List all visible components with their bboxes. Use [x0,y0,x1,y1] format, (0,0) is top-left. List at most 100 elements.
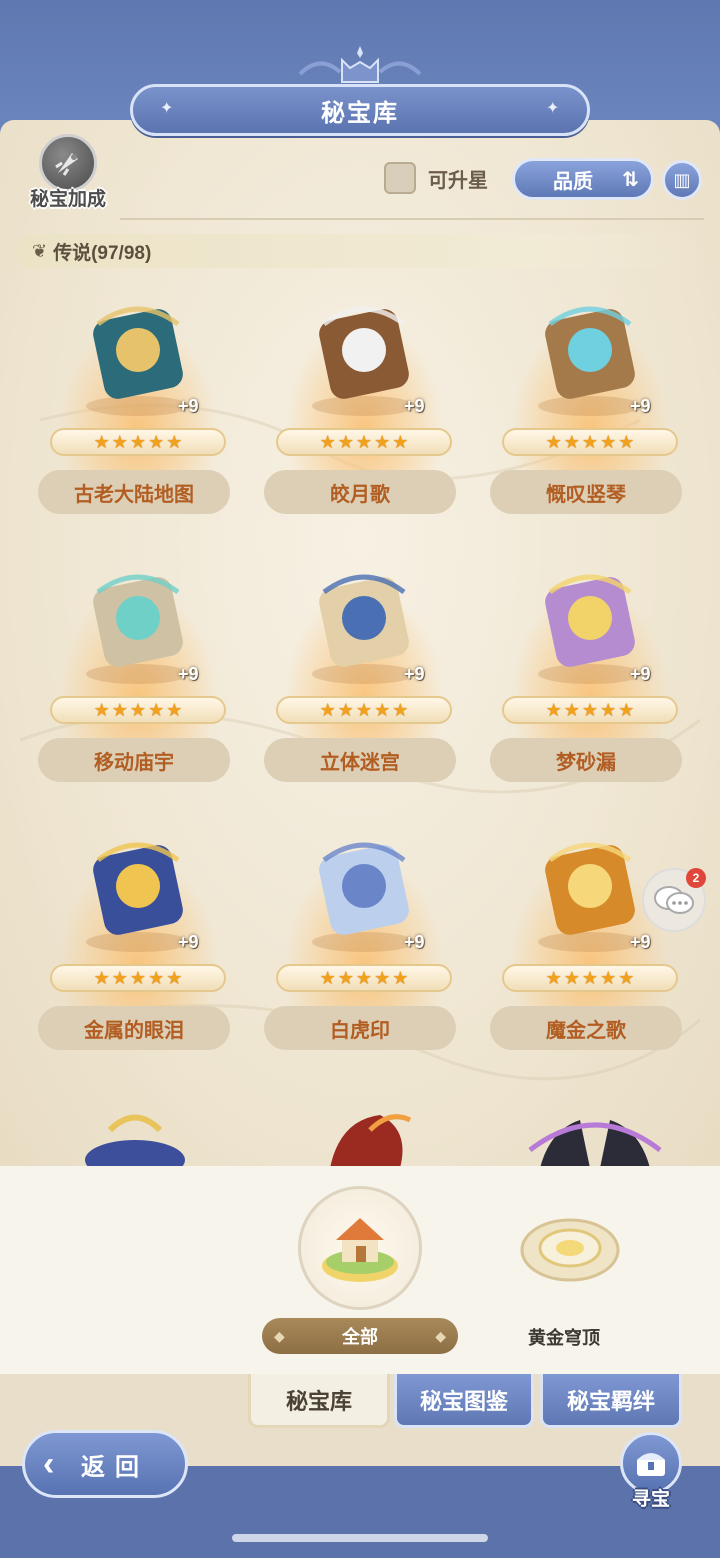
star-icon: ★ [618,967,635,988]
star-rating: ★ ★ ★ ★ ★ [50,964,226,992]
book-icon: ▥ [673,169,691,190]
sparkle-icon: ✦ [160,100,174,117]
star-icon: ★ [392,699,409,720]
page-title: 秘宝库 [321,99,399,127]
codex-book-button[interactable]: ▥ [662,160,702,200]
enhance-level: +9 [178,396,199,416]
partial-item-icon [330,1114,412,1168]
star-icon: ★ [581,699,599,720]
star-icon: ★ [374,431,391,452]
partial-item-icon [528,1120,662,1168]
enhance-level: +9 [404,664,425,684]
enhance-level: +9 [404,932,425,952]
star-icon: ★ [319,967,336,988]
treasure-card[interactable]: ★ ★ ★ ★ ★ +9 金属的眼泪 [38,814,238,1074]
star-rating: ★ ★ ★ ★ ★ [502,428,678,456]
star-rating: ★ ★ ★ ★ ★ [502,696,678,724]
back-arrow-icon: ‹ [43,1445,55,1483]
star-icon: ★ [129,431,147,452]
enhance-level: +9 [178,932,199,952]
tab-treasure-vault[interactable]: 秘宝库 [248,1374,390,1428]
star-icon: ★ [600,699,617,720]
tab-treasure-bonds[interactable]: 秘宝羁绊 [540,1374,682,1428]
tab-treasure-codex[interactable]: 秘宝图鉴 [394,1374,534,1428]
treasure-name: 金属的眼泪 [38,1006,230,1050]
treasure-bonus-label: 秘宝加成 [29,189,106,210]
star-icon: ★ [618,431,635,452]
star-rating: ★ ★ ★ ★ ★ [50,696,226,724]
star-icon: ★ [148,699,165,720]
treasure-name: 白虎印 [264,1006,456,1050]
treasure-hunt-label: 寻宝 [631,1489,670,1510]
category-all-label-pill[interactable]: ◆ 全部 ◆ [262,1318,458,1354]
star-icon: ★ [319,699,336,720]
enhance-level: +9 [630,664,651,684]
star-icon: ★ [148,967,165,988]
star-icon: ★ [93,699,110,720]
star-icon: ★ [319,431,336,452]
treasure-card[interactable]: ★ ★ ★ ★ ★ +9 古老大陆地图 [38,278,238,538]
category-golden-dome-label[interactable]: 黄金穹顶 [528,1324,600,1350]
treasure-card[interactable]: ★ ★ ★ ★ ★ +9 梦砂漏 [490,546,690,806]
star-icon: ★ [93,967,110,988]
island-house-icon [322,1218,398,1282]
star-icon: ★ [111,967,128,988]
star-icon: ★ [166,967,183,988]
treasure-name: 立体迷宫 [264,738,456,782]
treasure-card[interactable]: ★ ★ ★ ★ ★ +9 慨叹竖琴 [490,278,690,538]
treasure-hunt-button[interactable]: 寻宝 [614,1432,688,1512]
home-indicator [232,1534,488,1542]
treasure-card[interactable]: ★ ★ ★ ★ ★ +9 白虎印 [264,814,464,1074]
star-icon: ★ [545,699,562,720]
category-all-button[interactable] [298,1186,422,1310]
treasure-card[interactable]: ★ ★ ★ ★ ★ +9 立体迷宫 [264,546,464,806]
back-label: 返回 [81,1453,149,1481]
quality-sort-button[interactable]: 品质 ⇅ [512,158,654,200]
diamond-icon: ◆ [274,1327,285,1344]
treasure-bonus-button[interactable]: 秘宝加成 [20,134,116,212]
treasure-name: 魔金之歌 [490,1006,682,1050]
star-icon: ★ [111,699,128,720]
star-rating: ★ ★ ★ ★ ★ [276,696,452,724]
star-icon: ★ [618,699,635,720]
enhance-level: +9 [630,932,651,952]
category-all-label: 全部 [342,1327,378,1347]
star-rating: ★ ★ ★ ★ ★ [276,428,452,456]
star-icon: ★ [545,431,562,452]
treasure-card[interactable]: ★ ★ ★ ★ ★ +9 魔金之歌 [490,814,690,1074]
back-button[interactable]: ‹ 返回 [22,1430,188,1498]
star-icon: ★ [600,431,617,452]
enhance-level: +9 [178,664,199,684]
chat-bubbles-icon [654,886,694,914]
treasure-card[interactable]: ★ ★ ★ ★ ★ +9 移动庙宇 [38,546,238,806]
chat-unread-badge: 2 [686,868,706,888]
quality-sort-label: 品质 [553,170,593,193]
treasure-card[interactable]: ★ ★ ★ ★ ★ +9 皎月歌 [264,278,464,538]
star-icon: ★ [374,967,391,988]
legendary-section-header: ❦ 传说(97/98) [16,234,704,268]
section-title: 传说(97/98) [53,242,152,264]
upgradable-label: 可升星 [428,170,488,192]
star-icon: ★ [355,431,373,452]
enhance-level: +9 [404,396,425,416]
star-icon: ★ [563,431,580,452]
star-rating: ★ ★ ★ ★ ★ [502,964,678,992]
star-icon: ★ [337,431,354,452]
sort-arrows-icon: ⇅ [622,169,639,191]
golden-dome-icon[interactable] [518,1206,622,1286]
star-icon: ★ [166,431,183,452]
star-icon: ★ [129,967,147,988]
sparkle-icon: ✦ [546,100,560,117]
star-icon: ★ [93,431,110,452]
treasure-name: 皎月歌 [264,470,456,514]
star-icon: ★ [337,967,354,988]
divider [120,218,704,220]
enhance-level: +9 [630,396,651,416]
rarity-icon: ❦ [32,240,48,261]
star-rating: ★ ★ ★ ★ ★ [50,428,226,456]
star-icon: ★ [392,967,409,988]
page-title-banner: 秘宝库 [130,84,590,136]
star-rating: ★ ★ ★ ★ ★ [276,964,452,992]
upgradable-checkbox[interactable] [384,162,416,194]
star-icon: ★ [392,431,409,452]
